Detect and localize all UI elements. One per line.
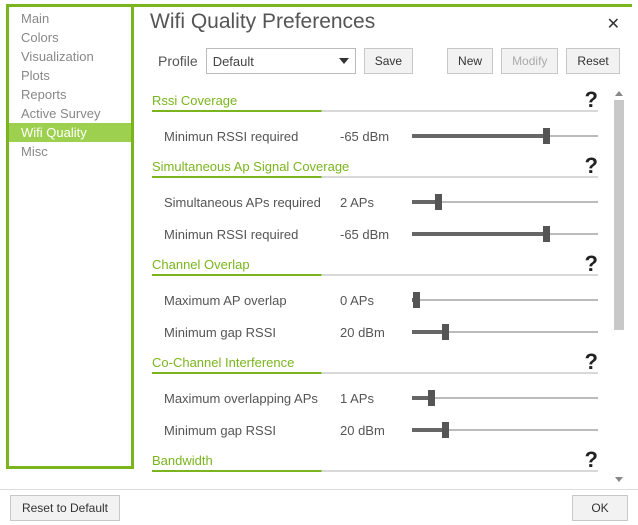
slider-thumb[interactable] xyxy=(435,194,442,210)
main-panel: Wifi Quality Preferences ✕ Profile Defau… xyxy=(140,8,628,488)
setting-row: Minimun RSSI required-65 dBm xyxy=(146,120,604,152)
section-header: Bandwidth? xyxy=(146,446,604,470)
sidebar-item-wifi-quality[interactable]: Wifi Quality xyxy=(9,123,131,142)
slider[interactable] xyxy=(412,126,598,146)
section-header: Simultaneous Ap Signal Coverage? xyxy=(146,152,604,176)
settings-scroll-area: Rssi Coverage?Minimun RSSI required-65 d… xyxy=(140,86,628,486)
profile-label: Profile xyxy=(158,53,198,69)
new-button[interactable]: New xyxy=(447,48,493,74)
slider[interactable] xyxy=(412,388,598,408)
section-title: Co-Channel Interference xyxy=(152,355,294,372)
profile-selected-value: Default xyxy=(213,54,254,69)
help-icon[interactable]: ? xyxy=(585,450,598,470)
setting-row: Simultaneous APs required2 APs xyxy=(146,186,604,218)
sidebar-item-active-survey[interactable]: Active Survey xyxy=(9,104,131,123)
slider-thumb[interactable] xyxy=(413,292,420,308)
setting-value: 0 APs xyxy=(340,293,412,308)
sidebar-item-plots[interactable]: Plots xyxy=(9,66,131,85)
slider-thumb[interactable] xyxy=(442,324,449,340)
section-divider xyxy=(152,274,598,276)
setting-value: 20 dBm xyxy=(340,423,412,438)
setting-value: -65 dBm xyxy=(340,129,412,144)
sidebar: Main Colors Visualization Plots Reports … xyxy=(6,7,134,469)
slider[interactable] xyxy=(412,224,598,244)
setting-label: Simultaneous APs required xyxy=(164,195,340,210)
setting-label: Maximum AP overlap xyxy=(164,293,340,308)
sidebar-item-colors[interactable]: Colors xyxy=(9,28,131,47)
help-icon[interactable]: ? xyxy=(585,352,598,372)
slider-thumb[interactable] xyxy=(543,226,550,242)
scrollbar[interactable] xyxy=(612,86,626,486)
setting-row: Minimun RSSI required-65 dBm xyxy=(146,218,604,250)
setting-row: Minimum gap RSSI20 dBm xyxy=(146,316,604,348)
sidebar-item-reports[interactable]: Reports xyxy=(9,85,131,104)
setting-label: Minimum gap RSSI xyxy=(164,423,340,438)
setting-label: Minimun RSSI required xyxy=(164,227,340,242)
section-title: Rssi Coverage xyxy=(152,93,237,110)
section-title: Simultaneous Ap Signal Coverage xyxy=(152,159,349,176)
chevron-down-icon xyxy=(339,58,349,64)
slider-thumb[interactable] xyxy=(442,422,449,438)
slider[interactable] xyxy=(412,192,598,212)
slider-thumb[interactable] xyxy=(428,390,435,406)
setting-label: Minimum gap RSSI xyxy=(164,325,340,340)
section-title: Bandwidth xyxy=(152,453,213,470)
ok-button[interactable]: OK xyxy=(572,495,628,521)
help-icon[interactable]: ? xyxy=(585,156,598,176)
setting-value: 2 APs xyxy=(340,195,412,210)
setting-row: Minimum gap RSSI20 dBm xyxy=(146,414,604,446)
section-divider xyxy=(152,470,598,472)
sidebar-item-misc[interactable]: Misc xyxy=(9,142,131,161)
section-divider xyxy=(152,110,598,112)
section-divider xyxy=(152,176,598,178)
slider-thumb[interactable] xyxy=(543,128,550,144)
slider[interactable] xyxy=(412,420,598,440)
setting-label: Minimun RSSI required xyxy=(164,129,340,144)
setting-value: -65 dBm xyxy=(340,227,412,242)
setting-row: Maximum overlapping APs1 APs xyxy=(146,382,604,414)
profile-row: Profile Default Save New Modify Reset xyxy=(140,44,628,86)
page-title: Wifi Quality Preferences xyxy=(140,8,628,44)
setting-label: Maximum overlapping APs xyxy=(164,391,340,406)
setting-value: 1 APs xyxy=(340,391,412,406)
modify-button[interactable]: Modify xyxy=(501,48,558,74)
help-icon[interactable]: ? xyxy=(585,90,598,110)
profile-select[interactable]: Default xyxy=(206,48,356,74)
section-header: Co-Channel Interference? xyxy=(146,348,604,372)
setting-value: 20 dBm xyxy=(340,325,412,340)
section-title: Channel Overlap xyxy=(152,257,250,274)
section-header: Channel Overlap? xyxy=(146,250,604,274)
setting-row: Maximum AP overlap0 APs xyxy=(146,284,604,316)
close-icon[interactable]: ✕ xyxy=(607,14,620,34)
reset-button[interactable]: Reset xyxy=(566,48,619,74)
sidebar-item-visualization[interactable]: Visualization xyxy=(9,47,131,66)
footer: Reset to Default OK xyxy=(0,489,638,525)
scroll-thumb[interactable] xyxy=(614,100,624,330)
sidebar-item-main[interactable]: Main xyxy=(9,9,131,28)
slider[interactable] xyxy=(412,290,598,310)
slider[interactable] xyxy=(412,322,598,342)
section-divider xyxy=(152,372,598,374)
scroll-down-icon[interactable] xyxy=(612,472,626,486)
reset-default-button[interactable]: Reset to Default xyxy=(10,495,120,521)
help-icon[interactable]: ? xyxy=(585,254,598,274)
save-button[interactable]: Save xyxy=(364,48,413,74)
section-header: Rssi Coverage? xyxy=(146,86,604,110)
scroll-up-icon[interactable] xyxy=(612,86,626,100)
